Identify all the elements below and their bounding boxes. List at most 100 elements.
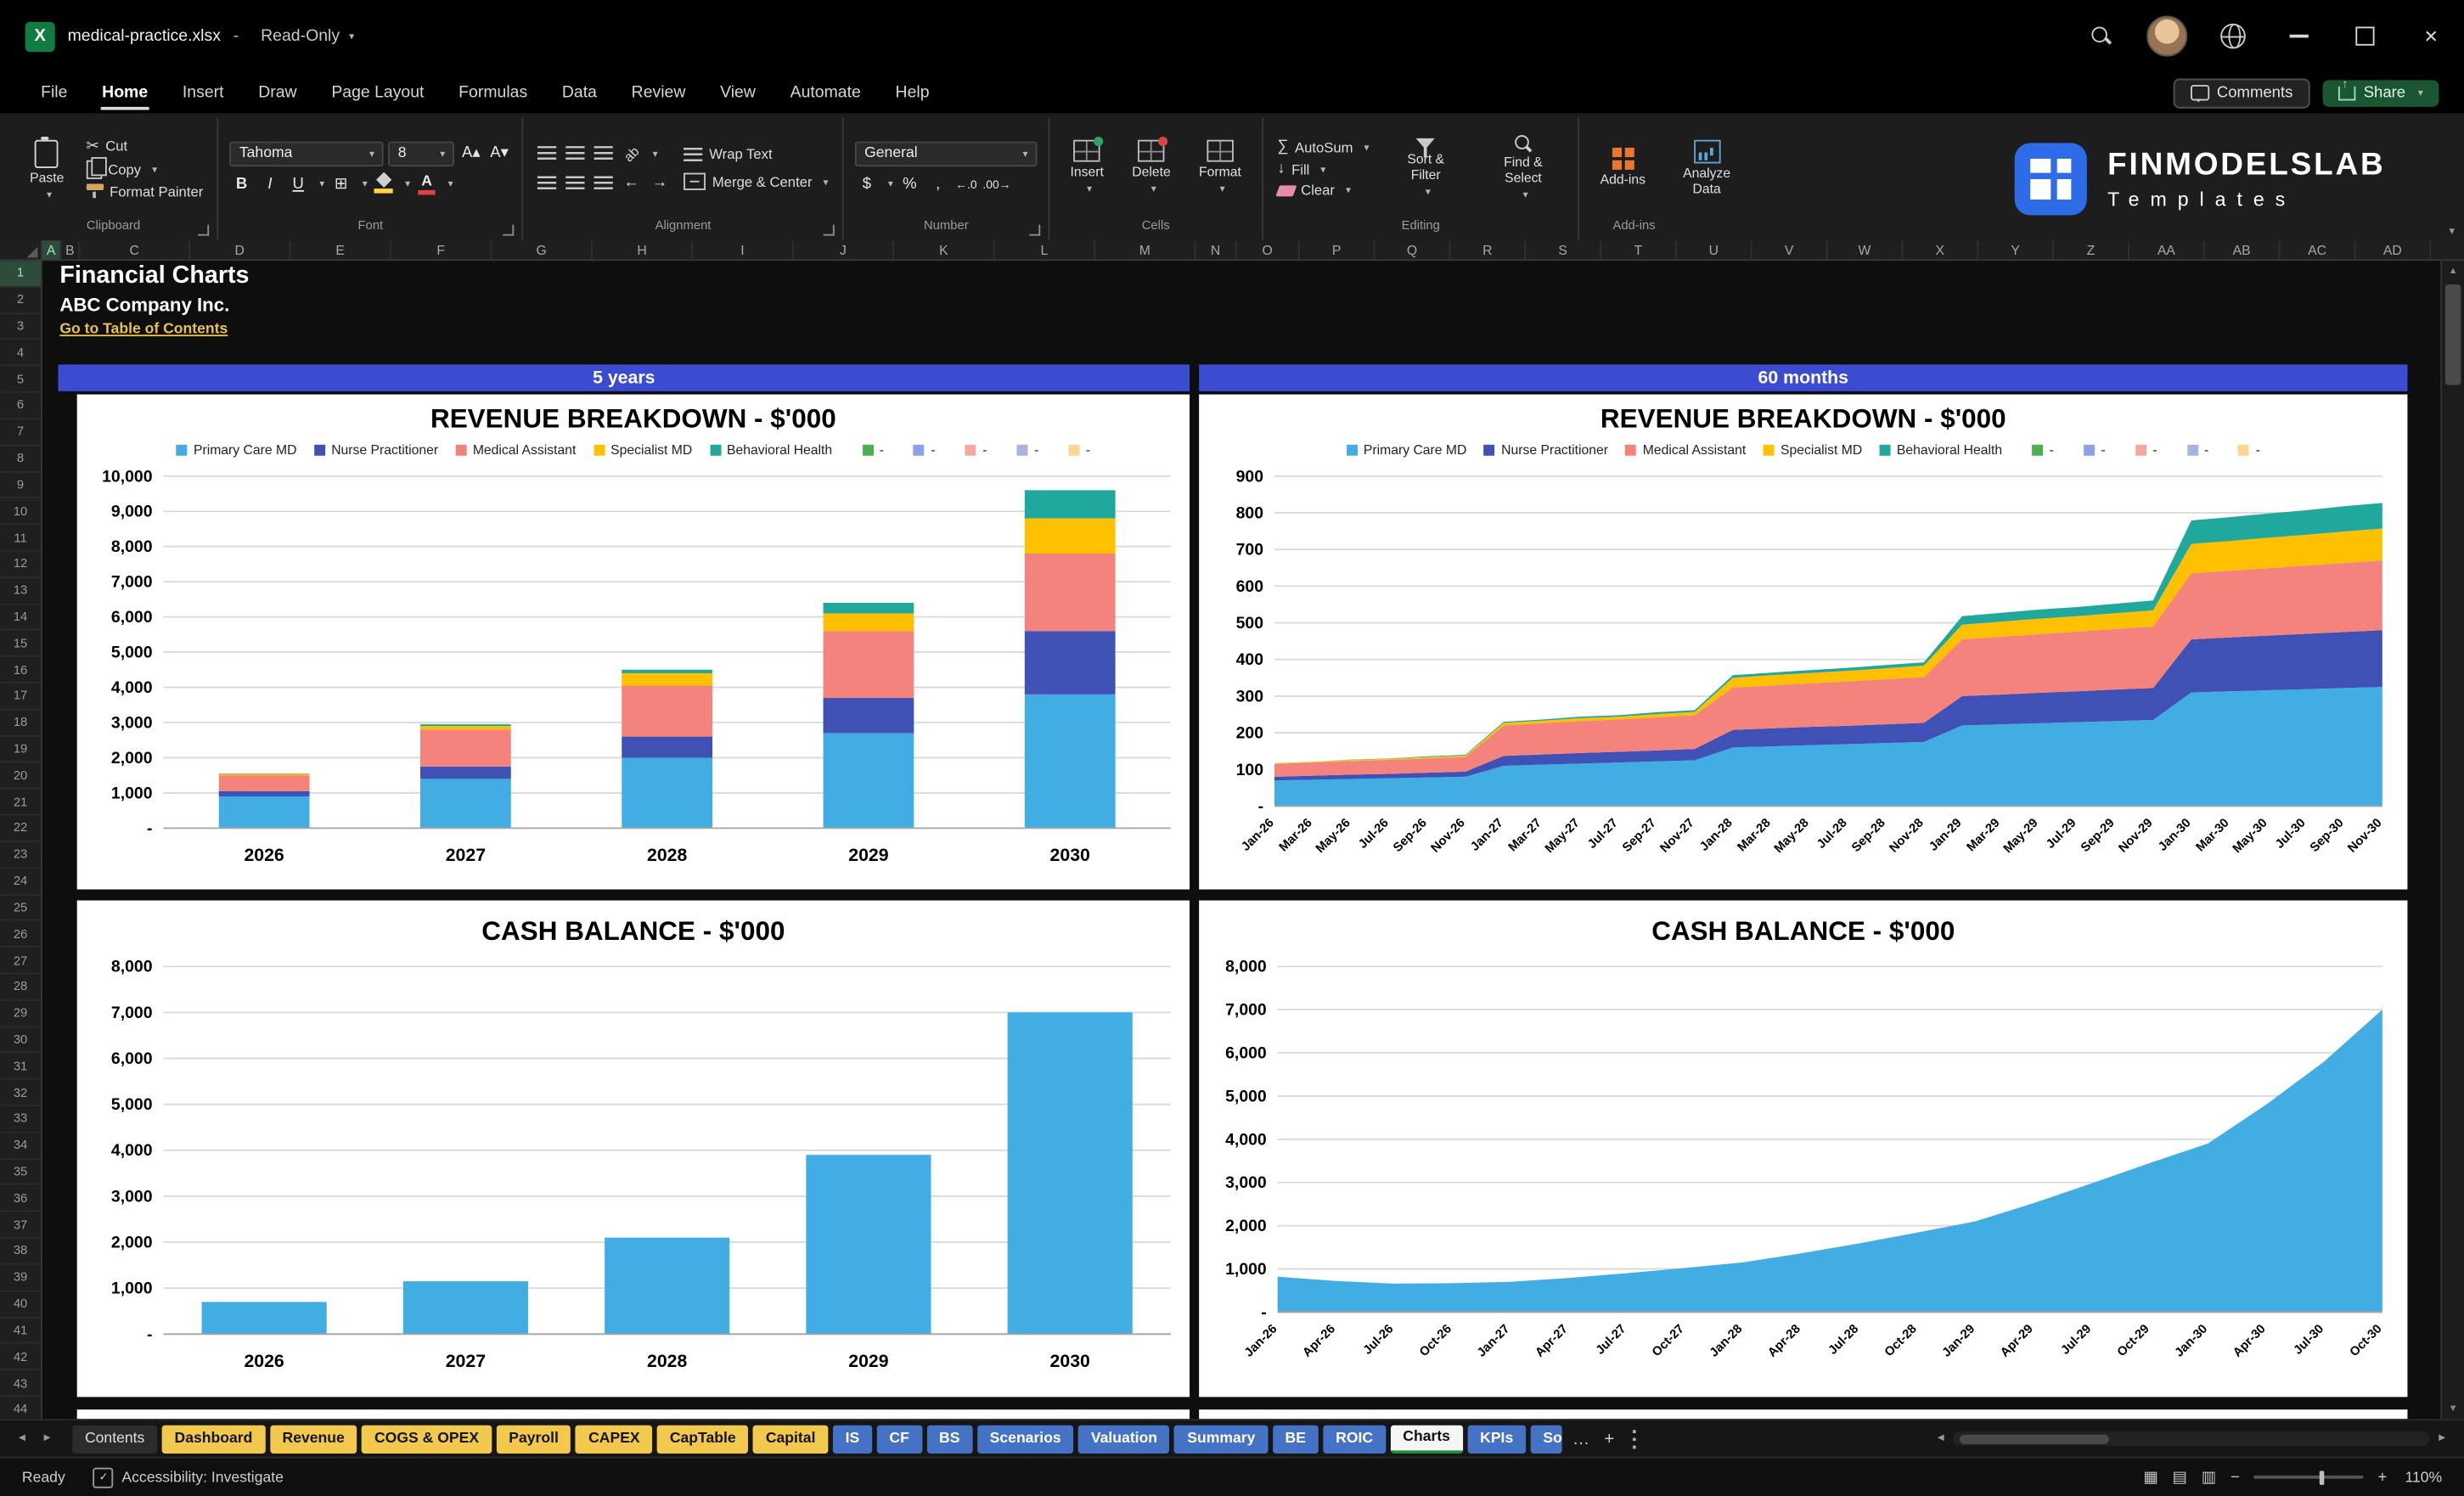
clipboard-dialog-launcher[interactable] <box>199 225 210 236</box>
row-header-25[interactable]: 25 <box>0 895 41 921</box>
more-sheets-button[interactable]: … <box>1567 1429 1595 1448</box>
decrease-font-size-button[interactable]: A▾ <box>487 142 511 166</box>
row-header-29[interactable]: 29 <box>0 1000 41 1026</box>
row-header-4[interactable]: 4 <box>0 340 41 367</box>
row-header-11[interactable]: 11 <box>0 525 41 551</box>
row-header-10[interactable]: 10 <box>0 498 41 525</box>
page-break-view-button[interactable]: ▥ <box>2202 1469 2216 1486</box>
sort-filter-button[interactable]: Sort & Filter ▾ <box>1381 135 1470 201</box>
scroll-left-button[interactable]: ◄ <box>1928 1433 1954 1444</box>
maximize-button[interactable] <box>2332 0 2399 72</box>
addins-button[interactable]: Add-ins <box>1591 144 1656 191</box>
sheet-tab-dashboard[interactable]: Dashboard <box>162 1425 265 1453</box>
cut-button[interactable]: ✂ Cut <box>83 135 206 157</box>
align-bottom-button[interactable] <box>591 142 615 166</box>
row-header-27[interactable]: 27 <box>0 948 41 974</box>
sheet-tab-charts[interactable]: Charts <box>1390 1425 1462 1453</box>
increase-font-size-button[interactable]: A▴ <box>459 142 483 166</box>
decrease-indent-button[interactable]: ← <box>620 172 644 195</box>
table-of-contents-link[interactable]: Go to Table of Contents <box>59 321 228 338</box>
row-header-20[interactable]: 20 <box>0 762 41 789</box>
menu-tab-automate[interactable]: Automate <box>774 77 876 109</box>
row-header-8[interactable]: 8 <box>0 446 41 472</box>
sheet-tab-cf[interactable]: CF <box>877 1425 922 1453</box>
column-header-W[interactable]: W <box>1827 240 1903 259</box>
sheet-tab-revenue[interactable]: Revenue <box>270 1425 357 1453</box>
comma-style-button[interactable]: , <box>926 172 950 196</box>
font-dialog-launcher[interactable] <box>503 225 515 236</box>
percent-style-button[interactable]: % <box>897 172 921 196</box>
column-header-O[interactable]: O <box>1237 240 1300 259</box>
column-header-Y[interactable]: Y <box>1978 240 2054 259</box>
autosum-button[interactable]: ∑ AutoSum ▾ <box>1274 136 1373 158</box>
vertical-scrollbar[interactable]: ▲ ▼ <box>2440 261 2464 1419</box>
menu-tab-data[interactable]: Data <box>546 77 612 109</box>
minimize-button[interactable] <box>2266 0 2332 72</box>
sheet-tab-kpis[interactable]: KPIs <box>1467 1425 1526 1453</box>
scroll-down-button[interactable]: ▼ <box>2442 1398 2464 1419</box>
row-header-16[interactable]: 16 <box>0 657 41 683</box>
column-header-U[interactable]: U <box>1677 240 1752 259</box>
row-header-17[interactable]: 17 <box>0 683 41 710</box>
copy-button[interactable]: Copy ▾ <box>83 157 206 181</box>
sheet-tab-payroll[interactable]: Payroll <box>496 1425 571 1453</box>
row-header-31[interactable]: 31 <box>0 1054 41 1080</box>
align-middle-button[interactable] <box>563 142 587 166</box>
zoom-out-button[interactable]: − <box>2231 1469 2240 1486</box>
zoom-in-button[interactable]: + <box>2378 1469 2388 1486</box>
merge-center-button[interactable]: Merge & Center ▾ <box>681 171 831 193</box>
column-header-Q[interactable]: Q <box>1375 240 1450 259</box>
row-header-15[interactable]: 15 <box>0 631 41 657</box>
align-left-button[interactable] <box>535 172 559 195</box>
column-header-X[interactable]: X <box>1903 240 1978 259</box>
font-size-select[interactable]: 8 ▾ <box>389 141 455 166</box>
column-header-D[interactable]: D <box>190 240 290 259</box>
row-header-41[interactable]: 41 <box>0 1318 41 1344</box>
column-header-AC[interactable]: AC <box>2281 240 2356 259</box>
column-header-AD[interactable]: AD <box>2355 240 2431 259</box>
column-header-M[interactable]: M <box>1095 240 1195 259</box>
menu-tab-page-layout[interactable]: Page Layout <box>316 77 440 109</box>
zoom-slider[interactable] <box>2253 1476 2364 1479</box>
horizontal-scroll-thumb[interactable] <box>1960 1434 2109 1443</box>
row-header-35[interactable]: 35 <box>0 1159 41 1185</box>
bold-button[interactable]: B <box>230 172 254 196</box>
number-dialog-launcher[interactable] <box>1029 225 1040 236</box>
increase-decimal-button[interactable]: ←.0 <box>954 172 978 196</box>
sheet-tab-capex[interactable]: CAPEX <box>576 1425 652 1453</box>
zoom-slider-thumb[interactable] <box>2320 1470 2325 1484</box>
row-header-24[interactable]: 24 <box>0 869 41 895</box>
new-sheet-button[interactable]: + <box>1595 1429 1623 1448</box>
row-header-13[interactable]: 13 <box>0 578 41 605</box>
sheet-tab-is[interactable]: IS <box>833 1425 872 1453</box>
column-header-H[interactable]: H <box>593 240 693 259</box>
row-header-9[interactable]: 9 <box>0 472 41 498</box>
column-header-T[interactable]: T <box>1601 240 1677 259</box>
wrap-text-button[interactable]: Wrap Text <box>681 143 831 164</box>
normal-view-button[interactable]: ▦ <box>2143 1469 2157 1486</box>
account-button[interactable] <box>2134 0 2200 72</box>
accessibility-status[interactable]: ✓ Accessibility: Investigate <box>93 1467 284 1488</box>
row-header-30[interactable]: 30 <box>0 1027 41 1054</box>
row-header-19[interactable]: 19 <box>0 736 41 762</box>
row-header-12[interactable]: 12 <box>0 552 41 578</box>
vertical-scroll-thumb[interactable] <box>2445 284 2461 385</box>
row-header-28[interactable]: 28 <box>0 974 41 1000</box>
column-header-V[interactable]: V <box>1752 240 1828 259</box>
delete-cells-button[interactable]: Delete ▾ <box>1122 138 1180 200</box>
row-header-18[interactable]: 18 <box>0 710 41 736</box>
align-center-button[interactable] <box>563 172 587 195</box>
column-header-I[interactable]: I <box>693 240 793 259</box>
column-header-G[interactable]: G <box>492 240 592 259</box>
row-header-14[interactable]: 14 <box>0 605 41 631</box>
sheet-tab-valuation[interactable]: Valuation <box>1078 1425 1170 1453</box>
row-header-39[interactable]: 39 <box>0 1265 41 1291</box>
sheet-tab-cogs-opex[interactable]: COGS & OPEX <box>362 1425 492 1453</box>
excel-app-icon[interactable]: X <box>25 21 55 51</box>
sheet-tab-so[interactable]: So <box>1531 1425 1562 1453</box>
row-header-5[interactable]: 5 <box>0 367 41 393</box>
format-painter-button[interactable]: Format Painter <box>83 181 206 201</box>
find-select-button[interactable]: Find & Select ▾ <box>1479 132 1567 204</box>
row-header-22[interactable]: 22 <box>0 816 41 842</box>
sheet-tab-be[interactable]: BE <box>1273 1425 1319 1453</box>
